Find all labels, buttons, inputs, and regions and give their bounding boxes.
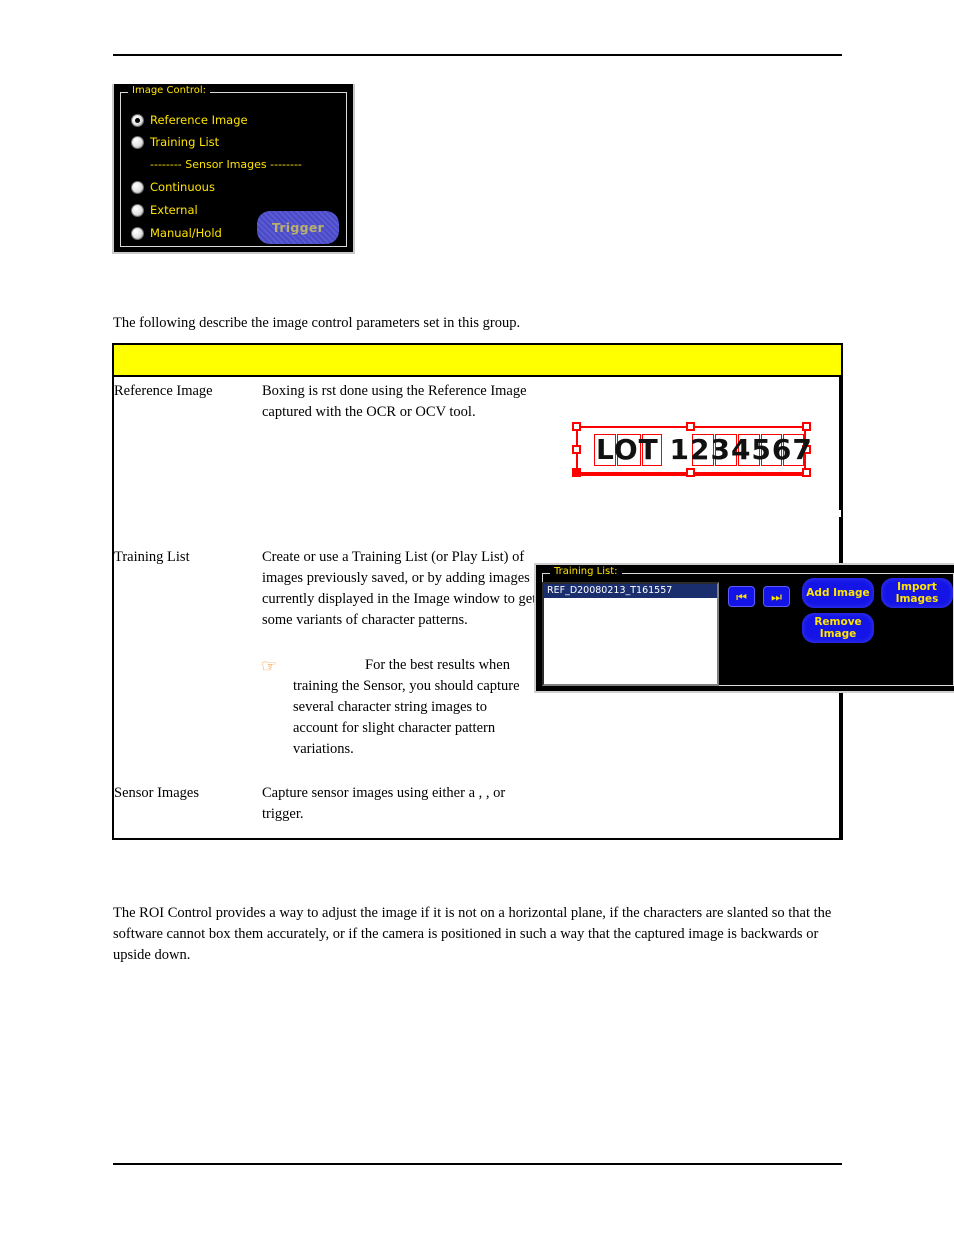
radio-external[interactable]: External: [132, 203, 198, 217]
training-list-listbox[interactable]: REF_D20080213_T161557: [542, 582, 719, 686]
note-text: For the best results when training the S…: [293, 657, 520, 757]
add-image-button[interactable]: Add Image: [802, 578, 874, 608]
import-images-button[interactable]: Import Images: [881, 578, 953, 608]
radio-label-external: External: [150, 203, 198, 217]
trigger-button[interactable]: Trigger: [257, 211, 339, 244]
footer-rule: [113, 1163, 842, 1165]
reference-image-roi-graphic: LOT 1234567: [568, 420, 820, 486]
training-list-title: Training List:: [550, 566, 622, 578]
roi-handle-top-left[interactable]: [572, 422, 581, 431]
radio-continuous[interactable]: Continuous: [132, 180, 215, 194]
radio-indicator-continuous[interactable]: [132, 181, 143, 193]
table-cell-name: Training List: [114, 549, 190, 565]
table-cell-name: Sensor Images: [114, 785, 199, 801]
roi-handle-top-right[interactable]: [802, 422, 811, 431]
training-list-panel: Training List: REF_D20080213_T161557 ⏮ ⏭…: [534, 563, 954, 693]
sensor-images-divider: -------- Sensor Images --------: [150, 158, 302, 171]
table-cell-description: Boxing is rst done using the Reference I…: [262, 383, 527, 420]
table-cell-description: Create or use a Training List (or Play L…: [262, 549, 537, 628]
radio-training-list[interactable]: Training List: [132, 135, 219, 149]
roi-handle-bottom-center[interactable]: [686, 468, 695, 477]
radio-label-training-list: Training List: [150, 135, 220, 149]
roi-handle-bottom-left[interactable]: [572, 468, 581, 477]
remove-image-button[interactable]: Remove Image: [802, 613, 874, 643]
skip-to-last-icon[interactable]: ⏭: [763, 586, 790, 607]
roi-control-paragraph: The ROI Control provides a way to adjust…: [113, 905, 832, 963]
roi-handle-bottom-right[interactable]: [802, 468, 811, 477]
radio-manual-hold[interactable]: Manual/Hold: [132, 226, 222, 240]
table-cell-name: Reference Image: [114, 383, 213, 399]
roi-handle-middle-left[interactable]: [572, 445, 581, 454]
radio-reference-image[interactable]: Reference Image: [132, 113, 248, 127]
intro-paragraph: The following describe the image control…: [113, 315, 521, 331]
table-inner-rule-middle: [839, 517, 841, 569]
header-rule: [113, 54, 842, 56]
reference-image-text: LOT 1234567: [596, 433, 813, 466]
radio-indicator-manual-hold[interactable]: [132, 227, 143, 239]
table-header-row: [114, 345, 841, 377]
image-control-title: Image Control:: [128, 85, 211, 97]
radio-label-reference-image: Reference Image: [150, 113, 248, 127]
image-control-panel: Image Control: Reference Image Training …: [112, 84, 355, 254]
radio-label-manual-hold: Manual/Hold: [150, 226, 222, 240]
list-item[interactable]: REF_D20080213_T161557: [544, 584, 717, 598]
table-inner-rule-bottom: [839, 690, 841, 838]
roi-handle-top-center[interactable]: [686, 422, 695, 431]
table-cell-description: Capture sensor images using either a , ,…: [262, 785, 506, 822]
radio-indicator-reference-image[interactable]: [132, 114, 143, 126]
skip-to-first-icon[interactable]: ⏮: [728, 586, 755, 607]
radio-indicator-training-list[interactable]: [132, 136, 143, 148]
radio-indicator-external[interactable]: [132, 204, 143, 216]
radio-label-continuous: Continuous: [150, 180, 215, 194]
table-inner-rule-top: [839, 377, 841, 510]
